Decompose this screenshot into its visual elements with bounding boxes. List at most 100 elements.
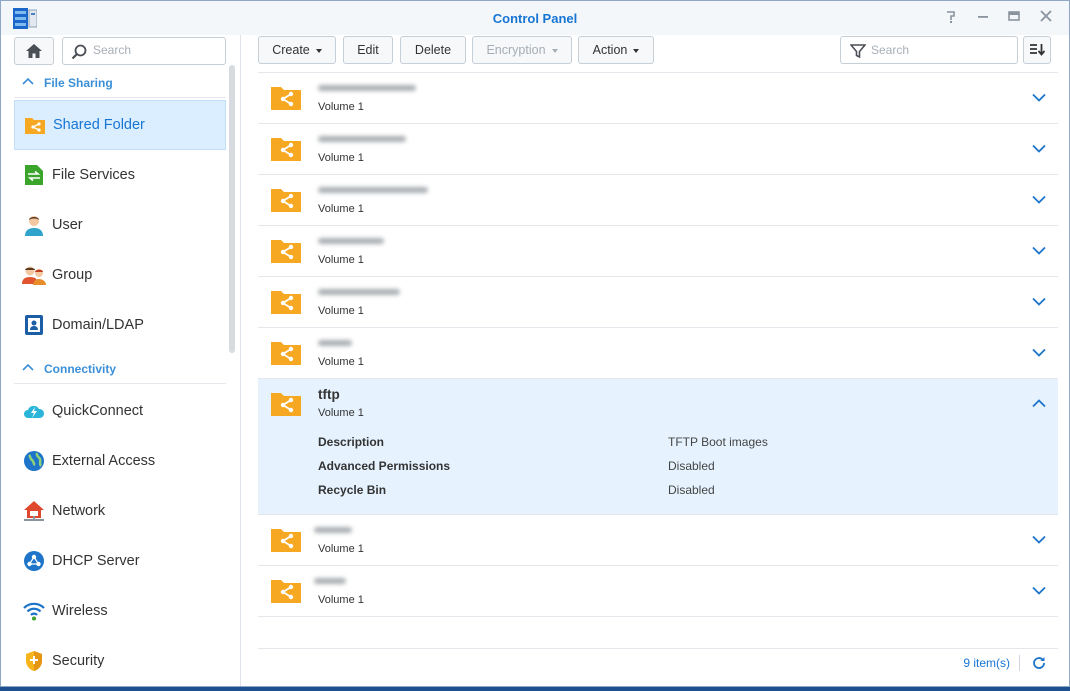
action-button[interactable]: Action xyxy=(578,36,654,64)
sort-icon xyxy=(1030,44,1045,56)
sidebar-item-security[interactable]: Security xyxy=(14,636,226,686)
detail-value: Disabled xyxy=(668,459,715,473)
sidebar-search-input[interactable] xyxy=(93,43,218,57)
redacted-folder-name xyxy=(314,578,346,584)
sidebar-item-user[interactable]: User xyxy=(14,200,226,250)
folder-row[interactable]: Volume 1 xyxy=(258,226,1058,277)
folder-volume: Volume 1 xyxy=(318,407,364,419)
title-bar: Control Panel xyxy=(1,1,1069,35)
shared-folder-icon xyxy=(271,291,301,314)
sidebar-item-file-services[interactable]: File Services xyxy=(14,150,226,200)
sidebar-item-label: Group xyxy=(52,267,93,283)
chevron-down-icon[interactable] xyxy=(1032,535,1046,544)
detail-key: Recycle Bin xyxy=(318,483,387,497)
folder-row[interactable]: Volume 1 xyxy=(258,277,1058,328)
folder-row[interactable]: Volume 1 xyxy=(258,175,1058,226)
sidebar-item-label: Wireless xyxy=(52,603,108,619)
sidebar-item-network[interactable]: Network xyxy=(14,486,226,536)
chevron-down-icon[interactable] xyxy=(1032,297,1046,306)
folder-row-tftp[interactable]: tftp Volume 1 Description TFTP Boot imag… xyxy=(258,379,1058,515)
folder-row[interactable]: Volume 1 xyxy=(258,72,1058,124)
section-label: File Sharing xyxy=(44,76,113,90)
folder-row[interactable]: Volume 1 xyxy=(258,515,1058,566)
sidebar: File Sharing Shared Folder File Services… xyxy=(1,35,241,686)
delete-label: Delete xyxy=(414,43,452,57)
sidebar-item-wireless[interactable]: Wireless xyxy=(14,586,226,636)
sidebar-item-label: Security xyxy=(52,653,105,669)
home-button[interactable] xyxy=(14,37,54,65)
shared-folder-icon xyxy=(271,138,301,161)
redacted-folder-name xyxy=(318,238,384,244)
sidebar-item-label: Shared Folder xyxy=(53,117,145,133)
chevron-up-icon[interactable] xyxy=(1032,399,1046,408)
chevron-down-icon[interactable] xyxy=(1032,246,1046,255)
sidebar-item-label: Domain/LDAP xyxy=(52,317,144,333)
shared-folder-icon xyxy=(23,113,47,137)
user-icon xyxy=(22,213,46,237)
minimize-icon[interactable] xyxy=(974,9,992,27)
sidebar-item-label: File Services xyxy=(52,167,135,183)
maximize-icon[interactable] xyxy=(1005,9,1023,27)
folder-search-input[interactable] xyxy=(871,43,1011,57)
folder-search-box[interactable] xyxy=(840,36,1018,64)
sort-button[interactable] xyxy=(1023,36,1051,64)
folder-name: tftp xyxy=(318,387,340,402)
caret-down-icon xyxy=(551,49,558,53)
quickconnect-icon xyxy=(22,399,46,423)
folder-row[interactable]: Volume 1 xyxy=(258,328,1058,379)
chevron-down-icon[interactable] xyxy=(1032,586,1046,595)
shared-folder-icon xyxy=(271,342,301,365)
shared-folder-list: Volume 1 Volume 1 Volume 1 Volume 1 Volu… xyxy=(258,72,1058,617)
domain-ldap-icon xyxy=(22,313,46,337)
shield-icon xyxy=(22,649,46,673)
delete-button[interactable]: Delete xyxy=(400,36,466,64)
sidebar-item-label: QuickConnect xyxy=(52,403,144,419)
sidebar-item-group[interactable]: Group xyxy=(14,250,226,300)
shared-folder-icon xyxy=(271,529,301,552)
chevron-up-icon xyxy=(22,77,34,85)
folder-volume: Volume 1 xyxy=(318,101,364,113)
sidebar-scrollbar[interactable] xyxy=(229,65,235,353)
sidebar-item-quickconnect[interactable]: QuickConnect xyxy=(14,386,226,436)
sidebar-item-dhcp-server[interactable]: DHCP Server xyxy=(14,536,226,586)
chevron-down-icon[interactable] xyxy=(1032,348,1046,357)
encryption-button[interactable]: Encryption xyxy=(472,36,572,64)
window-title: Control Panel xyxy=(492,11,578,26)
shared-folder-icon xyxy=(271,87,301,110)
shared-folder-icon xyxy=(271,189,301,212)
edit-button[interactable]: Edit xyxy=(343,36,393,64)
redacted-folder-name xyxy=(318,289,400,295)
action-label: Action xyxy=(592,43,628,57)
help-icon[interactable] xyxy=(942,9,960,27)
sidebar-item-domain-ldap[interactable]: Domain/LDAP xyxy=(14,300,226,350)
folder-volume: Volume 1 xyxy=(318,305,364,317)
redacted-folder-name xyxy=(318,340,352,346)
detail-key: Description xyxy=(318,435,385,449)
chevron-down-icon[interactable] xyxy=(1032,144,1046,153)
folder-volume: Volume 1 xyxy=(318,543,364,555)
folder-row[interactable]: Volume 1 xyxy=(258,124,1058,175)
close-icon[interactable] xyxy=(1037,9,1055,27)
encryption-label: Encryption xyxy=(486,43,546,57)
chevron-down-icon[interactable] xyxy=(1032,93,1046,102)
section-connectivity[interactable]: Connectivity xyxy=(14,354,226,384)
folder-row[interactable]: Volume 1 xyxy=(258,566,1058,617)
group-icon xyxy=(22,263,46,287)
create-button[interactable]: Create xyxy=(258,36,336,64)
sidebar-search-box[interactable] xyxy=(62,37,226,65)
redacted-folder-name xyxy=(318,187,428,193)
search-icon xyxy=(71,44,87,60)
detail-value: TFTP Boot images xyxy=(668,435,768,449)
chevron-down-icon[interactable] xyxy=(1032,195,1046,204)
edit-label: Edit xyxy=(357,43,379,57)
shared-folder-icon xyxy=(271,240,301,263)
caret-down-icon xyxy=(315,49,322,53)
sidebar-item-external-access[interactable]: External Access xyxy=(14,436,226,486)
external-access-icon xyxy=(22,449,46,473)
refresh-icon[interactable] xyxy=(1032,656,1046,670)
section-file-sharing[interactable]: File Sharing xyxy=(14,68,226,98)
redacted-folder-name xyxy=(318,136,406,142)
sidebar-item-shared-folder[interactable]: Shared Folder xyxy=(14,100,226,150)
filter-icon xyxy=(850,44,866,59)
create-label: Create xyxy=(272,43,310,57)
